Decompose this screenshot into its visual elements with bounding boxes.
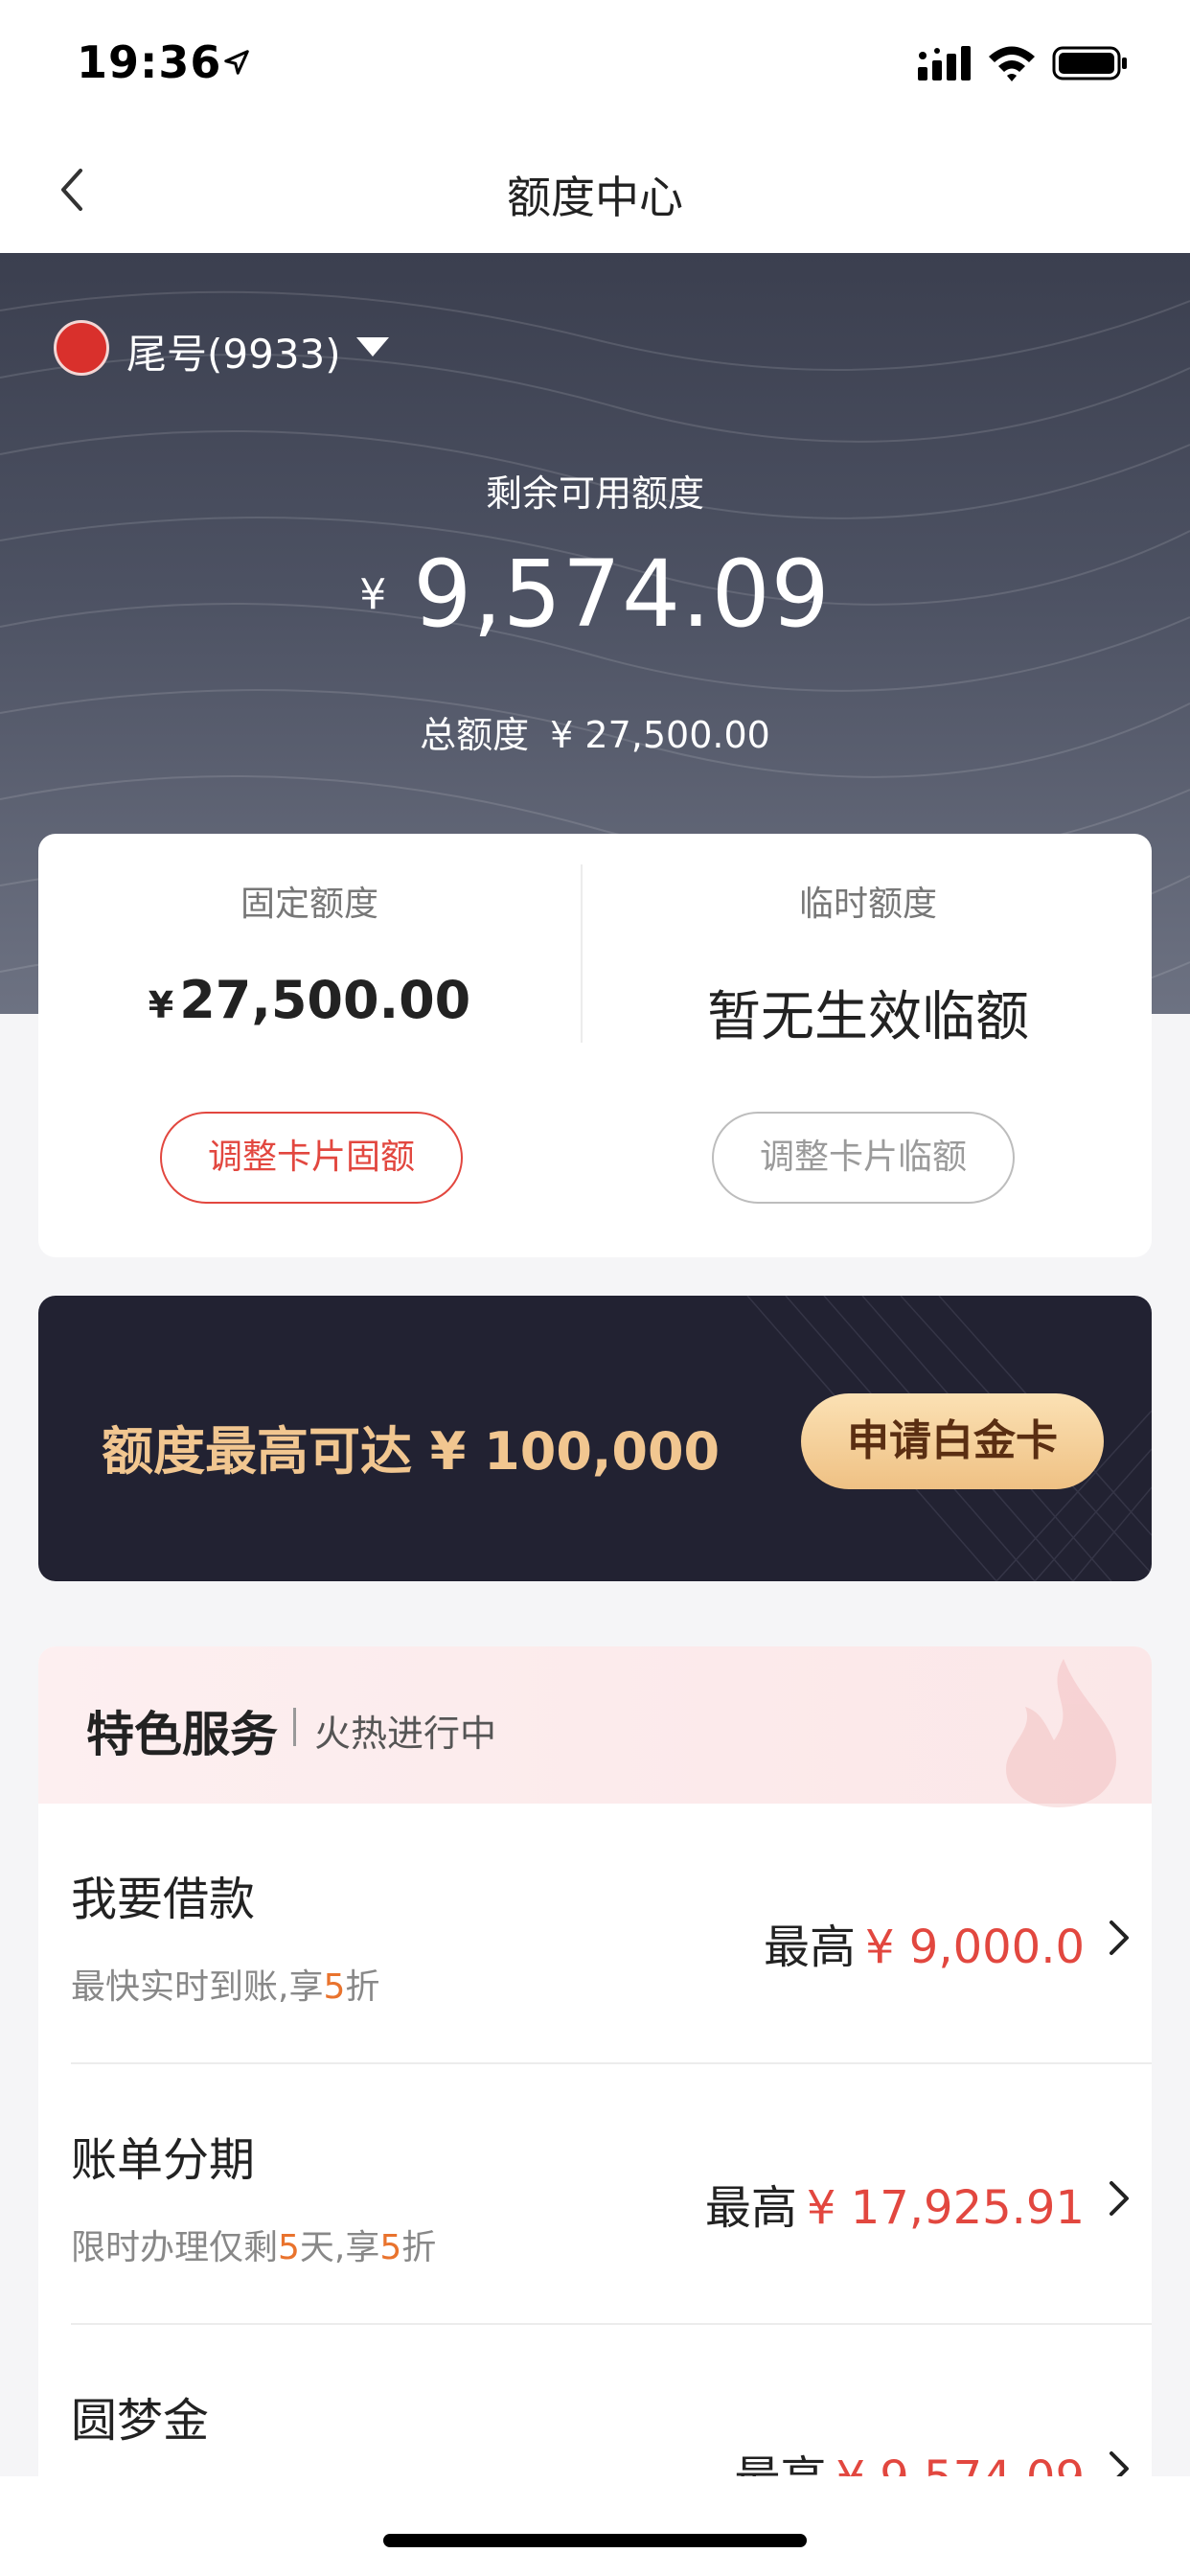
currency-symbol: ¥ <box>359 570 387 619</box>
adjust-fixed-limit-button[interactable]: 调整卡片固额 <box>160 1112 463 1204</box>
page-title: 额度中心 <box>507 172 683 223</box>
max-amount: ¥ 9,000.0 <box>864 1920 1085 1974</box>
service-name: 圆梦金 <box>71 2394 210 2448</box>
nav-bar: 额度中心 <box>0 126 1190 253</box>
currency-symbol: ¥ <box>148 984 174 1026</box>
service-max-amount: 最高 ¥ 17,925.91 <box>705 2170 1085 2237</box>
max-amount: ¥ 17,925.91 <box>806 2181 1085 2235</box>
limits-card: 固定额度 ¥27,500.00 调整卡片固额 临时额度 暂无生效临额 调整卡片临… <box>38 834 1152 1257</box>
featured-services: 特色服务 火热进行中 我要借款 最快实时到账,享5折 最高 ¥ 9,000.0 账… <box>38 1646 1152 2547</box>
service-row-loan[interactable]: 我要借款 最快实时到账,享5折 最高 ¥ 9,000.0 <box>38 1804 1152 2064</box>
chevron-right-icon <box>1110 2181 1129 2216</box>
max-label: 最高 <box>704 2181 797 2235</box>
fixed-limit-section: 固定额度 ¥27,500.00 调整卡片固额 <box>38 834 581 1257</box>
cellular-signal-icon <box>918 46 971 80</box>
fixed-limit-amount: 27,500.00 <box>179 970 471 1030</box>
service-description: 限时办理仅剩5天,享5折 <box>71 2220 436 2269</box>
home-indicator-area <box>0 2476 1190 2576</box>
flame-icon <box>1006 1659 1116 1807</box>
location-arrow-icon <box>224 50 249 75</box>
services-header: 特色服务 火热进行中 <box>38 1646 1152 1807</box>
divider <box>293 1708 296 1746</box>
bank-logo-icon <box>54 320 109 376</box>
adjust-temporary-limit-button[interactable]: 调整卡片临额 <box>712 1112 1015 1204</box>
service-name: 账单分期 <box>71 2133 256 2187</box>
available-limit: ¥9,574.09 <box>0 540 1190 648</box>
total-limit-label: 总额度 <box>420 714 530 756</box>
temporary-limit-section: 临时额度 暂无生效临额 调整卡片临额 <box>584 834 1152 1257</box>
caret-down-icon[interactable] <box>356 337 389 356</box>
fixed-limit-label: 固定额度 <box>240 885 378 924</box>
desc-text: 最快实时到账,享 <box>71 1967 324 2007</box>
status-bar: 19:36 <box>0 0 1190 126</box>
home-indicator[interactable] <box>383 2534 807 2547</box>
desc-text: 天,享 <box>299 2228 380 2267</box>
service-row-installment[interactable]: 账单分期 限时办理仅剩5天,享5折 最高 ¥ 17,925.91 <box>38 2064 1152 2325</box>
platinum-card-banner[interactable]: 额度最高可达 ¥ 100,000 申请白金卡 <box>38 1296 1152 1581</box>
total-limit-amount: ¥ 27,500.00 <box>550 714 770 756</box>
desc-text: 折 <box>345 1967 380 2007</box>
battery-icon <box>1052 46 1127 80</box>
promo-text: 额度最高可达 ¥ 100,000 <box>102 1421 721 1482</box>
total-limit: 总额度 ¥ 27,500.00 <box>0 705 1190 758</box>
divider <box>581 864 583 1043</box>
desc-highlight: 5 <box>323 1967 346 2007</box>
desc-text: 折 <box>401 2228 437 2267</box>
temporary-limit-label: 临时额度 <box>798 885 937 924</box>
service-description: 最快实时到账,享5折 <box>71 1959 379 2009</box>
desc-highlight: 5 <box>278 2228 300 2267</box>
status-time: 19:36 <box>77 36 222 88</box>
wifi-icon <box>989 46 1035 81</box>
card-selector[interactable]: 尾号(9933) <box>126 322 341 380</box>
services-title: 特色服务 <box>86 1707 278 1762</box>
desc-text: 限时办理仅剩 <box>71 2228 279 2267</box>
available-limit-label: 剩余可用额度 <box>485 472 704 515</box>
fixed-limit-value: ¥27,500.00 <box>38 970 581 1030</box>
desc-highlight: 5 <box>379 2228 402 2267</box>
service-name: 我要借款 <box>71 1873 256 1926</box>
services-subtitle: 火热进行中 <box>314 1713 497 1755</box>
available-limit-amount: 9,574.09 <box>413 540 831 648</box>
service-max-amount: 最高 ¥ 9,000.0 <box>764 1909 1085 1976</box>
max-label: 最高 <box>763 1920 856 1974</box>
temporary-limit-value: 暂无生效临额 <box>707 986 1029 1048</box>
apply-platinum-card-button[interactable]: 申请白金卡 <box>801 1393 1104 1489</box>
chevron-right-icon <box>1110 1920 1129 1955</box>
